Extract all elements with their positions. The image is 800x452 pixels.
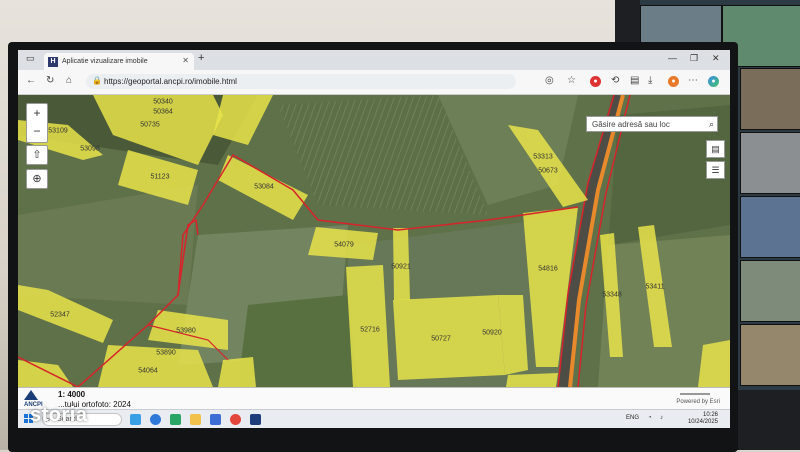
menu-icon[interactable]: ⋯ xyxy=(688,75,698,86)
back-icon[interactable]: ← xyxy=(26,75,36,86)
tab-bar: ▭ H Aplicatie vizualizare imobile ✕ + — … xyxy=(18,50,730,70)
volume-icon[interactable]: ♪ xyxy=(660,415,663,421)
parcel-label[interactable]: 54079 xyxy=(334,242,353,249)
collections-icon[interactable]: ▤ xyxy=(630,75,639,86)
parcel-label[interactable]: 50340 xyxy=(153,99,172,106)
window-icon[interactable]: ▭ xyxy=(26,53,35,64)
refresh-icon[interactable]: ↻ xyxy=(46,75,54,86)
parcel-label[interactable]: 53098 xyxy=(80,146,99,153)
search-icon[interactable]: ⌕ xyxy=(709,119,714,130)
url-field[interactable]: 🔒 https://geoportal.ancpi.ro/imobile.htm… xyxy=(86,74,516,89)
zoom-in-icon[interactable]: + xyxy=(27,104,47,122)
map-view[interactable]: 50340 50364 50735 53109 53098 51123 5308… xyxy=(18,95,730,387)
tab-title: Aplicatie vizualizare imobile xyxy=(62,58,148,65)
url-text: https://geoportal.ancpi.ro/imobile.html xyxy=(104,77,237,86)
edge-icon[interactable] xyxy=(150,414,161,425)
parcel-label[interactable]: 53084 xyxy=(254,184,273,191)
address-bar: ← ↻ ⌂ 🔒 https://geoportal.ancpi.ro/imobi… xyxy=(18,70,730,95)
parcel-label[interactable]: 53348 xyxy=(602,292,621,299)
parcel-label[interactable]: 52716 xyxy=(360,327,379,334)
app-icon[interactable] xyxy=(250,414,261,425)
home-icon[interactable]: ⌂ xyxy=(66,75,72,86)
search-placeholder: Găsire adresă sau loc xyxy=(592,119,670,129)
wifi-icon[interactable]: ◔ xyxy=(648,415,652,421)
copilot-icon[interactable]: ● xyxy=(708,76,719,87)
read-aloud-icon[interactable]: ◎ xyxy=(545,75,554,86)
parcel-label[interactable]: 50673 xyxy=(538,168,557,175)
extension-icon[interactable]: ● xyxy=(590,76,601,87)
file-explorer-icon[interactable] xyxy=(190,414,201,425)
orthophoto xyxy=(18,95,730,387)
minimize-icon[interactable]: — xyxy=(668,53,677,63)
profile-icon[interactable]: ● xyxy=(668,76,679,87)
zoom-control: + − xyxy=(26,103,48,143)
parcel-label[interactable]: 53109 xyxy=(48,128,67,135)
address-search-input[interactable]: Găsire adresă sau loc ⌕ xyxy=(586,116,718,132)
download-icon[interactable]: ⤓ xyxy=(648,75,652,86)
tab-imobile[interactable]: H Aplicatie vizualizare imobile ✕ xyxy=(44,53,194,70)
parcel-label[interactable]: 52347 xyxy=(50,312,69,319)
system-clock[interactable]: 10:26 10/24/2025 xyxy=(688,412,718,426)
lock-icon: 🔒 xyxy=(92,76,102,85)
parcel-label[interactable]: 50921 xyxy=(391,264,410,271)
storia-watermark: storia xyxy=(30,404,88,426)
parcel-label[interactable]: 50727 xyxy=(431,336,450,343)
parcel-label[interactable]: 53313 xyxy=(533,154,552,161)
parcel-label[interactable]: 54816 xyxy=(538,266,557,273)
parcel-label[interactable]: 50364 xyxy=(153,109,172,116)
store-icon[interactable] xyxy=(210,414,221,425)
powered-by-esri[interactable]: Powered by Esri xyxy=(676,399,720,405)
extension-puzzle-icon[interactable]: ⟲ xyxy=(611,75,619,86)
maximize-icon[interactable]: ❐ xyxy=(690,53,698,64)
language-indicator[interactable]: ENG xyxy=(626,415,639,421)
parcel-label[interactable]: 54064 xyxy=(138,368,157,375)
favorite-icon[interactable]: ☆ xyxy=(567,75,576,86)
parcel-label[interactable]: 53980 xyxy=(176,328,195,335)
browser-window: ▭ H Aplicatie vizualizare imobile ✕ + — … xyxy=(18,50,730,428)
parcel-label[interactable]: 51123 xyxy=(151,174,170,181)
map-scale: 1: 4000 xyxy=(58,390,86,399)
parcel-label[interactable]: 53411 xyxy=(646,284,665,291)
locate-button[interactable]: ⊕ xyxy=(26,169,48,189)
legend-button[interactable]: ☰ xyxy=(706,161,725,179)
close-icon[interactable]: ✕ xyxy=(182,56,189,65)
ancpi-logo-icon xyxy=(24,390,38,400)
edge-dev-icon[interactable] xyxy=(170,414,181,425)
map-footer: ANCPI 1: 4000 ...tului ortofoto: 2024 Po… xyxy=(18,387,730,410)
chrome-icon[interactable] xyxy=(230,414,241,425)
layers-button[interactable]: ▤ xyxy=(706,140,725,158)
compass-button[interactable]: ⇧ xyxy=(26,145,48,165)
new-tab-icon[interactable]: + xyxy=(198,52,204,64)
parcel-label[interactable]: 50920 xyxy=(482,330,501,337)
opacity-slider[interactable] xyxy=(680,393,710,395)
close-window-icon[interactable]: ✕ xyxy=(712,53,720,64)
parcel-label[interactable]: 53890 xyxy=(156,350,175,357)
windows-taskbar: ⌕ Search ENG ◔ ♪ 10:26 10/24/2025 xyxy=(18,409,730,428)
parcel-label[interactable]: 50735 xyxy=(140,122,159,129)
taskview-icon[interactable] xyxy=(130,414,141,425)
site-logo-icon: H xyxy=(48,56,58,67)
zoom-out-icon[interactable]: − xyxy=(27,122,47,140)
